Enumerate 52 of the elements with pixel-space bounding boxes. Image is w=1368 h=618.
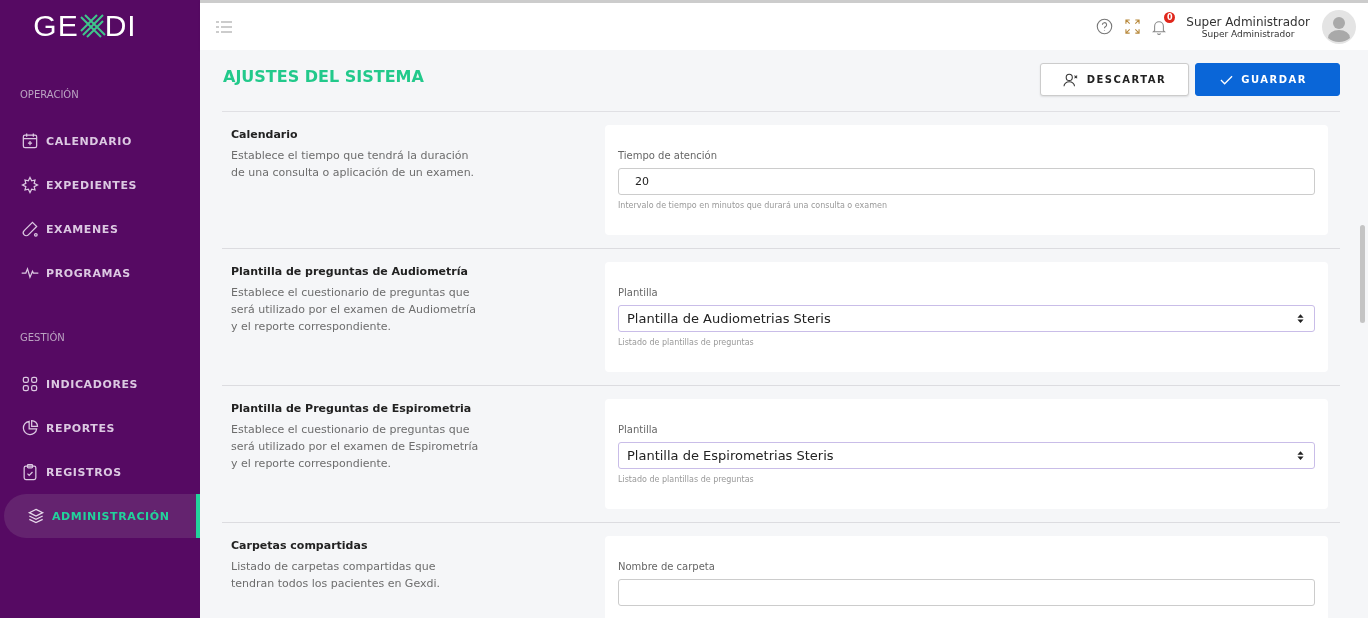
field-label: Plantilla <box>618 424 659 435</box>
nav-item[interactable]: REPORTES <box>4 406 196 450</box>
calendar-icon <box>20 131 40 151</box>
section-description: Establece el cuestionario de preguntas que será utilizado por el examen de Audiometría y el reporte correspondiente. <box>231 285 477 335</box>
save-button[interactable]: GUARDAR <box>1195 63 1340 96</box>
nav-item[interactable]: EXPEDIENTES <box>4 163 196 207</box>
pie-chart-icon <box>20 418 40 438</box>
fullscreen-icon[interactable] <box>1125 19 1141 34</box>
field-label: Nombre de carpeta <box>618 561 716 572</box>
section-description: Listado de carpetas compartidas que tendran todos los pacientes en Gexdi. <box>231 559 442 592</box>
help-icon[interactable] <box>1096 18 1114 35</box>
avatar-icon[interactable] <box>1322 9 1356 44</box>
test-tube-icon <box>20 219 40 239</box>
field-label: Plantilla <box>618 287 659 298</box>
field-label: Tiempo de atención <box>618 150 719 161</box>
check-icon <box>1220 74 1234 85</box>
bell-icon[interactable] <box>1152 18 1167 35</box>
user-remove-icon <box>1062 72 1079 87</box>
nav-item[interactable]: ADMINISTRACIÓN <box>4 494 200 538</box>
layers-icon <box>26 506 46 526</box>
section-title: Calendario <box>231 128 299 141</box>
user-role: Super Administrador <box>1201 28 1296 39</box>
nav-item[interactable]: EXAMENES <box>4 207 196 251</box>
nav-item[interactable]: INDICADORES <box>4 362 196 406</box>
input-field[interactable]: 20 <box>618 168 1315 195</box>
section-description: Establece el tiempo que tendrá la duración de una consulta o aplicación de un examen. <box>231 148 476 181</box>
asterisk-icon <box>20 175 40 195</box>
logo: GE DI <box>32 8 138 44</box>
nav-item[interactable]: CALENDARIO <box>4 119 196 163</box>
scrollbar[interactable] <box>1360 225 1365 323</box>
page-title: AJUSTES DEL SISTEMA <box>223 67 424 86</box>
discard-button[interactable]: DESCARTAR <box>1039 63 1190 96</box>
nav-section-label: OPERACIÓN <box>19 87 80 102</box>
template-select[interactable]: Plantilla de Audiometrias Steris <box>618 305 1315 332</box>
field-help-text: Intervalo de tiempo en minutos que durará una consulta o examen <box>618 201 888 210</box>
template-select[interactable]: Plantilla de Espirometrias Steris <box>618 442 1315 469</box>
nav-item[interactable]: PROGRAMAS <box>4 251 196 295</box>
nav-section-label: GESTIÓN <box>19 330 66 345</box>
sort-caret-icon <box>1297 314 1304 323</box>
section-description: Establece el cuestionario de preguntas que será utilizado por el examen de Espirometría y el reporte correspondiente. <box>231 422 480 472</box>
menu-icon[interactable] <box>216 20 232 33</box>
user-name: Super Administrador <box>1186 14 1310 29</box>
notification-badge: 0 <box>1164 11 1176 23</box>
nav-item[interactable]: REGISTROS <box>4 450 196 494</box>
grid-icon <box>20 374 40 394</box>
field-help-text: Listado de plantillas de preguntas <box>618 475 755 484</box>
section-title: Carpetas compartidas <box>231 539 369 552</box>
input-field[interactable] <box>618 579 1315 606</box>
section-title: Plantilla de Preguntas de Espirometria <box>231 402 473 415</box>
field-help-text: Listado de plantillas de preguntas <box>618 338 755 347</box>
section-title: Plantilla de preguntas de Audiometría <box>231 265 469 278</box>
sort-caret-icon <box>1297 451 1304 460</box>
